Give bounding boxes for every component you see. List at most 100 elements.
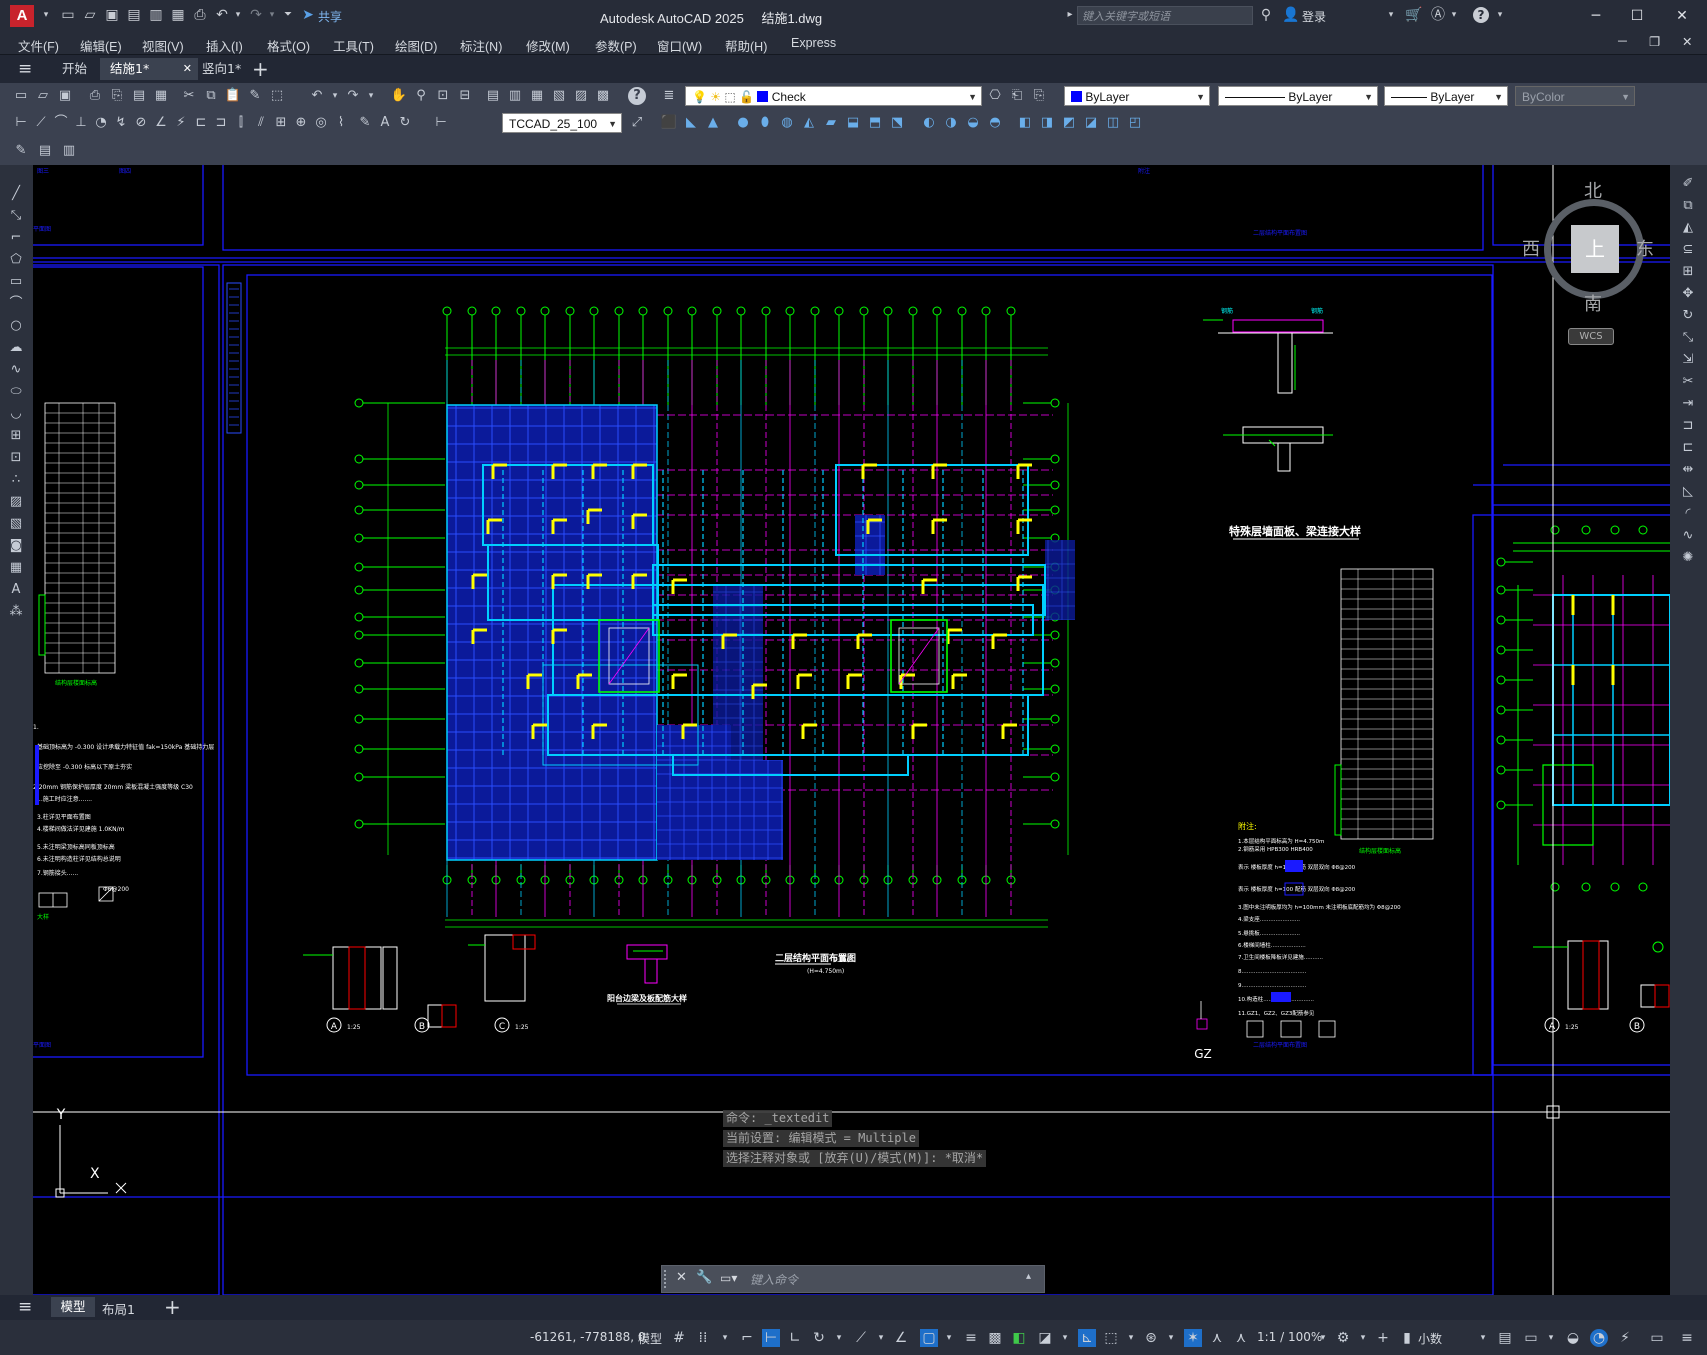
help-icon[interactable]: ? (628, 87, 646, 105)
lock-ui-icon[interactable]: ▭ (1522, 1329, 1540, 1347)
lineweight-toggle-icon[interactable]: ≡ (962, 1329, 980, 1347)
extend-icon[interactable]: ⇥ (1679, 395, 1697, 413)
command-history-toggle-icon[interactable]: ▴ (1026, 1271, 1031, 1282)
snap-icon[interactable]: ⁞⁞ (694, 1329, 712, 1347)
inspection-icon[interactable]: ◎ (312, 114, 330, 132)
zoom-previous-icon[interactable]: ⊟ (456, 87, 474, 105)
properties-icon[interactable]: ▤ (484, 87, 502, 105)
snap-dropdown-icon[interactable]: ▾ (716, 1329, 734, 1347)
circle-icon[interactable]: ○ (7, 317, 25, 335)
dim-break-icon[interactable]: ⫽ (252, 114, 270, 132)
rotate-icon[interactable]: ↻ (1679, 307, 1697, 325)
tab-drawing-active[interactable]: 结施1* ✕ (100, 58, 198, 80)
close-icon[interactable]: ✕ (676, 1270, 687, 1285)
filter-dropdown-icon[interactable]: ▾ (1122, 1329, 1140, 1347)
redo-icon[interactable]: ↷ (344, 87, 362, 105)
dim-override-icon[interactable]: ⤢ (628, 114, 646, 132)
construction-line-icon[interactable]: ⤡ (7, 207, 25, 225)
viewcube[interactable]: 上 北 南 西 东 WCS (1522, 181, 1658, 345)
edit-attribute-icon[interactable]: ✎ (12, 142, 30, 160)
plot-icon[interactable]: ⎙ (86, 87, 104, 105)
tab-drawing-2[interactable]: 竖向1* (192, 58, 251, 80)
dim-jogged-icon[interactable]: ↯ (112, 114, 130, 132)
a360-dropdown-icon[interactable]: ▾ (1446, 7, 1462, 23)
pan-icon[interactable]: ✋ (390, 87, 408, 105)
dimstyle-dropdown[interactable]: TCCAD_25_100 ▼ (502, 113, 622, 133)
sheetset-icon[interactable]: ▧ (550, 87, 568, 105)
isodraft-dropdown-icon[interactable]: ▾ (872, 1329, 890, 1347)
wcs-menu[interactable]: WCS (1568, 328, 1614, 345)
publish-icon[interactable]: ▤ (130, 87, 148, 105)
dim-update-icon[interactable]: ↻ (396, 114, 414, 132)
attribute-manager-icon[interactable]: ▥ (60, 142, 78, 160)
infer-constraints-icon[interactable]: ⌐ (738, 1329, 756, 1347)
gradient-icon[interactable]: ▧ (7, 515, 25, 533)
undo-icon[interactable]: ↶ (308, 87, 326, 105)
3d-union-icon[interactable]: ◓ (986, 114, 1004, 132)
lineweight-dropdown[interactable]: ByLayer ▼ (1384, 86, 1508, 106)
menu-format[interactable]: 格式(O) (267, 36, 310, 55)
dim-radius-icon[interactable]: ◔ (92, 114, 110, 132)
revcloud-icon[interactable]: ☁ (7, 339, 25, 357)
units-icon[interactable]: ▮ (1398, 1329, 1416, 1347)
erase-icon[interactable]: ✐ (1679, 175, 1697, 193)
auto-scale-icon[interactable]: ⋏ (1208, 1329, 1226, 1347)
workspace-gear-icon[interactable]: ⚙ (1334, 1329, 1352, 1347)
plot-preview-icon[interactable]: ⎘ (108, 87, 126, 105)
app-menu-chevron-icon[interactable]: ▾ (38, 7, 54, 23)
autocad-logo[interactable]: A (10, 5, 34, 27)
scale-icon[interactable]: ⤡ (1679, 329, 1697, 347)
hardware-acceleration-icon[interactable]: ◔ (1590, 1329, 1608, 1347)
tab-close-icon[interactable]: ✕ (183, 58, 192, 80)
customize-qat-icon[interactable]: ⏷ (280, 7, 296, 23)
compass-south[interactable]: 南 (1584, 290, 1602, 316)
3d-box-icon[interactable]: ⬛ (660, 114, 678, 132)
tab-layout1[interactable]: 布局1 (102, 1299, 135, 1318)
recent-commands-icon[interactable]: ▭▾ (720, 1271, 737, 1285)
dimstyle-icon[interactable]: ⊢ (432, 114, 450, 132)
open-folder-icon[interactable]: ▱ (82, 7, 98, 23)
add-layout-plus-icon[interactable]: + (164, 1295, 181, 1319)
tab-start[interactable]: 开始 (52, 58, 97, 80)
annotation-scale-icon[interactable]: ⋏ (1232, 1329, 1250, 1347)
multiline-text-icon[interactable]: A (7, 581, 25, 599)
spline-icon[interactable]: ∿ (7, 361, 25, 379)
menu-file[interactable]: 文件(F) (18, 36, 59, 55)
coordinates-readout[interactable]: -61261, -778188, 0 (530, 1330, 646, 1344)
cut-icon[interactable]: ✂ (180, 87, 198, 105)
make-block-icon[interactable]: ⊡ (7, 449, 25, 467)
quick-properties-icon[interactable]: ▤ (1496, 1329, 1514, 1347)
3d-pyramid-icon[interactable]: ◭ (800, 114, 818, 132)
dim-diameter-icon[interactable]: ⊘ (132, 114, 150, 132)
customize-wrench-icon[interactable]: 🔧 (696, 1270, 712, 1285)
help-dropdown-icon[interactable]: ▾ (1492, 7, 1508, 23)
move-icon[interactable]: ✥ (1679, 285, 1697, 303)
menu-draw[interactable]: 绘图(D) (395, 36, 437, 55)
chamfer-icon[interactable]: ◺ (1679, 483, 1697, 501)
redo-dropdown-icon[interactable]: ▾ (362, 87, 380, 105)
command-input[interactable]: 键入命令 (750, 1271, 1020, 1288)
help-search-input[interactable]: 键入关键字或短语 (1077, 6, 1253, 25)
copy-object-icon[interactable]: ⧉ (1679, 197, 1697, 215)
3d-osnap-dropdown-icon[interactable]: ▾ (1056, 1329, 1074, 1347)
polygon-icon[interactable]: ⬠ (7, 251, 25, 269)
point-icon[interactable]: ∴ (7, 471, 25, 489)
menu-view[interactable]: 视图(V) (142, 36, 184, 55)
block-attribute-icon[interactable]: ▤ (36, 142, 54, 160)
trim-icon[interactable]: ✂ (1679, 373, 1697, 391)
fillet-icon[interactable]: ◜ (1679, 505, 1697, 523)
dim-continue-icon[interactable]: ⊐ (212, 114, 230, 132)
save-icon[interactable]: ▣ (56, 87, 74, 105)
blend-curves-icon[interactable]: ∿ (1679, 527, 1697, 545)
doc-restore-button[interactable]: ❐ (1649, 34, 1660, 49)
paste-icon[interactable]: 📋 (224, 87, 242, 105)
dynamic-ucs-icon[interactable]: ⊾ (1078, 1329, 1096, 1347)
region-icon[interactable]: ◙ (7, 537, 25, 555)
ellipse-arc-icon[interactable]: ◡ (7, 405, 25, 423)
zoom-realtime-icon[interactable]: ⚲ (412, 87, 430, 105)
3d-rotate-icon[interactable]: ◪ (1082, 114, 1100, 132)
polar-tracking-icon[interactable]: ↻ (810, 1329, 828, 1347)
model-space-button[interactable]: 模型 (638, 1330, 662, 1347)
tab-model[interactable]: 模型 (51, 1297, 95, 1317)
menu-parametric[interactable]: 参数(P) (595, 36, 637, 55)
